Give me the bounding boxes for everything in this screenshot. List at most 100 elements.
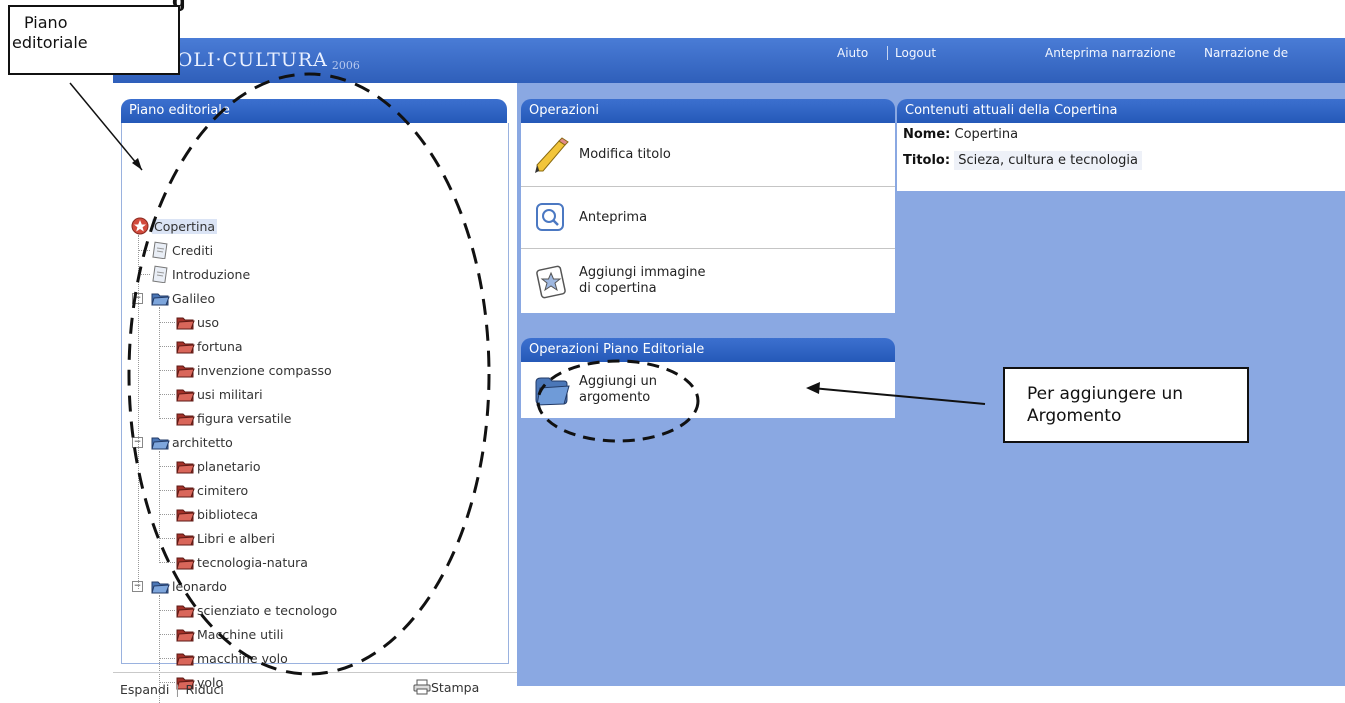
name-label: Nome: — [903, 127, 951, 142]
tree-item-label: biblioteca — [197, 506, 259, 522]
tree-item-figura-versatile[interactable]: figura versatile — [175, 409, 291, 427]
tree-item-fortuna[interactable]: fortuna — [175, 337, 243, 355]
cover-star-icon — [130, 217, 150, 235]
collapse-link[interactable]: Riduci — [186, 682, 224, 697]
tree-item-crediti[interactable]: Crediti — [150, 241, 214, 260]
piano-callout-line2: editoriale — [12, 33, 88, 52]
tree-connector — [159, 538, 175, 539]
folder-red-icon — [175, 337, 195, 355]
add-topic-line1: Aggiungi un — [579, 374, 657, 389]
tree-item-label: leonardo — [172, 578, 227, 594]
sidebar-title: Piano editoriale — [121, 99, 507, 123]
editorial-ops-panel: Aggiungi un argomento — [521, 362, 895, 418]
add-cover-image-button[interactable]: Aggiungi immagine di copertina — [521, 249, 895, 313]
tree-connector — [159, 322, 175, 323]
tree-item-label: figura versatile — [197, 410, 292, 426]
tree-item-cimitero[interactable]: cimitero — [175, 481, 248, 499]
tree-item-tecnologia-natura[interactable]: tecnologia-natura — [175, 553, 308, 571]
help-link[interactable]: Aiuto — [837, 46, 868, 60]
tree-item-label: architetto — [172, 434, 233, 450]
tree-item-invenzione-compasso[interactable]: invenzione compasso — [175, 361, 332, 379]
title-label: Titolo: — [903, 153, 951, 168]
tree-connector — [159, 307, 160, 419]
add-cover-image-line2: di copertina — [579, 281, 657, 296]
sidebar: Piano editoriale Copertina Crediti Introdu… — [113, 83, 517, 703]
tree-item-galileo[interactable]: Galileo — [150, 289, 215, 307]
current-content-title: Contenuti attuali della Copertina — [897, 99, 1345, 123]
tree-item-macchine-volo[interactable]: macchine volo — [175, 649, 288, 667]
tree-connector — [159, 370, 175, 371]
tree-item-introduzione[interactable]: Introduzione — [150, 265, 251, 284]
add-topic-line2: argomento — [579, 390, 651, 405]
operations-title: Operazioni — [521, 99, 895, 123]
argomento-callout-line1: Per aggiungere un — [1027, 384, 1184, 404]
tree-item-leonardo[interactable]: leonardo — [150, 577, 227, 595]
page-icon — [150, 265, 170, 284]
tree-connector — [159, 451, 160, 563]
narration-link[interactable]: Narrazione de — [1204, 46, 1288, 60]
tree-item-biblioteca[interactable]: biblioteca — [175, 505, 258, 523]
add-topic-callout: Per aggiungere un Argomento — [1003, 367, 1249, 443]
print-button[interactable]: Stampa — [413, 679, 479, 695]
tree-connector — [159, 394, 175, 395]
folder-red-icon — [175, 649, 195, 667]
tree-controls: Espandi | Riduci — [120, 682, 224, 697]
tree-connector — [138, 250, 150, 251]
folder-red-icon — [175, 553, 195, 571]
folder-red-icon — [175, 361, 195, 379]
tree-connector — [159, 490, 175, 491]
tree-item-label: usi militari — [197, 386, 263, 402]
logo-year: 2006 — [331, 58, 360, 72]
tree-item-label: uso — [197, 314, 220, 330]
editorial-ops-title: Operazioni Piano Editoriale — [521, 338, 895, 362]
tree-item-label: Macchine utili — [197, 626, 284, 642]
tree-item-libri-e-alberi[interactable]: Libri e alberi — [175, 529, 275, 547]
tree-item-label: planetario — [197, 458, 261, 474]
tree-item-label: Libri e alberi — [197, 530, 275, 546]
pencil-icon — [531, 135, 571, 175]
logo-text: POLI·CULTURA — [163, 49, 328, 71]
expand-link[interactable]: Espandi — [120, 682, 169, 697]
tree-item-copertina[interactable]: Copertina — [130, 217, 218, 235]
tree-item-label: scienziato e tecnologo — [197, 602, 338, 618]
add-topic-button[interactable]: Aggiungi un argomento — [521, 362, 895, 418]
tree-item-architetto[interactable]: architetto — [150, 433, 233, 451]
logout-link[interactable]: Logout — [895, 46, 936, 60]
tree-item-label: Introduzione — [172, 266, 251, 282]
tree-item-scienziato-e-tecnologo[interactable]: scienziato e tecnologo — [175, 601, 337, 619]
tree-connector — [159, 658, 175, 659]
folder-red-icon — [175, 601, 195, 619]
folder-red-icon — [175, 385, 195, 403]
piano-editoriale-callout: Piano editoriale — [8, 5, 180, 75]
folder-red-icon — [175, 457, 195, 475]
folder-blue-icon — [150, 433, 170, 451]
current-content-panel: Nome: Copertina Titolo: Scieza, cultura … — [897, 123, 1345, 191]
add-cover-image-label: Aggiungi immagine di copertina — [579, 265, 706, 297]
folder-blue-icon — [150, 577, 170, 595]
argomento-callout-line2: Argomento — [1027, 406, 1122, 426]
edit-title-label: Modifica titolo — [579, 146, 671, 162]
page-icon — [150, 241, 170, 260]
preview-label: Anteprima — [579, 209, 648, 225]
preview-narration-link[interactable]: Anteprima narrazione — [1045, 46, 1176, 60]
operations-panel: Modifica titolo Anteprima Aggiungi immag — [521, 123, 895, 313]
tree-connector — [159, 418, 175, 419]
folder-open-icon — [531, 370, 571, 410]
top-bar: POLI·CULTURA 2006 Aiuto Logout Anteprima… — [113, 38, 1345, 83]
add-topic-label: Aggiungi un argomento — [579, 374, 657, 406]
edit-title-button[interactable]: Modifica titolo — [521, 123, 895, 187]
tree-item-label: Crediti — [172, 242, 214, 258]
sidebar-footer-divider — [113, 672, 517, 673]
folder-red-icon — [175, 505, 195, 523]
tree-item-macchine-utili[interactable]: Macchine utili — [175, 625, 283, 643]
folder-red-icon — [175, 481, 195, 499]
preview-button[interactable]: Anteprima — [521, 187, 895, 249]
title-value: Scieza, cultura e tecnologia — [954, 151, 1143, 170]
tree-item-planetario[interactable]: planetario — [175, 457, 261, 475]
tree-connector — [159, 610, 175, 611]
tree-item-uso[interactable]: uso — [175, 313, 219, 331]
topbar-separator — [887, 46, 888, 60]
tree-connector — [159, 514, 175, 515]
tree-item-usi-militari[interactable]: usi militari — [175, 385, 263, 403]
add-cover-image-line1: Aggiungi immagine — [579, 265, 706, 280]
